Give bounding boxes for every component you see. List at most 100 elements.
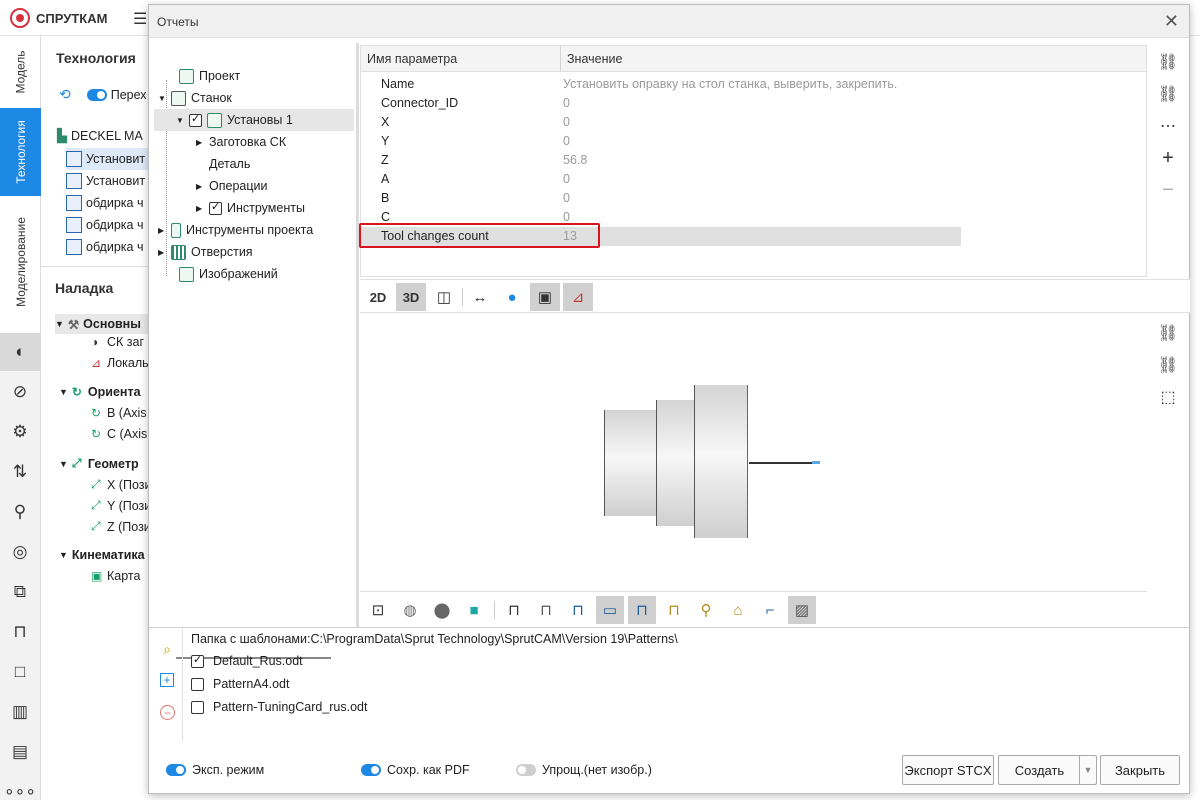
- add-icon[interactable]: +: [160, 673, 174, 687]
- folder-tool-icon[interactable]: ⌂: [724, 596, 752, 624]
- setups-checkbox[interactable]: [189, 112, 202, 127]
- tree-item-machine[interactable]: ▼ Станок: [158, 87, 232, 109]
- screenshot-icon[interactable]: ⬚: [1157, 386, 1179, 408]
- stock-icon[interactable]: ▭: [596, 596, 624, 624]
- sphere-icon[interactable]: ◍: [396, 596, 424, 624]
- setup-item[interactable]: ◑ СК заг: [91, 335, 144, 349]
- menu-icon[interactable]: ☰: [133, 9, 147, 29]
- group-orient[interactable]: ▼ ↻ Ориента: [59, 385, 141, 399]
- op-item[interactable]: Установит: [66, 170, 145, 192]
- group-kinematics[interactable]: ▼ Кинематика: [59, 548, 145, 562]
- op-item[interactable]: обдирка ч: [66, 236, 143, 258]
- op-item[interactable]: обдирка ч: [66, 192, 143, 214]
- tab-model[interactable]: Модель: [0, 36, 41, 108]
- simplified-toggle[interactable]: Упрощ.(нет изобр.): [516, 763, 652, 777]
- tab-modeling[interactable]: Моделирование: [0, 199, 41, 325]
- holder-icon[interactable]: ⊓: [9, 621, 31, 643]
- pattern-item[interactable]: Default_Rus.odt: [191, 653, 303, 668]
- op-item[interactable]: Установит: [66, 148, 151, 170]
- tree-item-part[interactable]: Деталь: [196, 153, 250, 175]
- spindle-icon[interactable]: ◎: [9, 541, 31, 563]
- parts-icon[interactable]: ⧉: [9, 581, 31, 603]
- chuck-icon[interactable]: ⊓: [660, 596, 688, 624]
- tree-item-holes[interactable]: ▶ Отверстия: [158, 241, 253, 263]
- table-row[interactable]: Connector_ID 0: [361, 94, 961, 113]
- table-row[interactable]: X0: [361, 113, 961, 132]
- save-pdf-toggle[interactable]: Сохр. как PDF: [361, 763, 470, 777]
- tools-checkbox[interactable]: [209, 200, 222, 215]
- tool-icon[interactable]: ⚲: [9, 501, 31, 523]
- more-icon[interactable]: ∘∘∘: [4, 781, 36, 800]
- tool-icon[interactable]: ⚲: [692, 596, 720, 624]
- chevron-right-icon[interactable]: ▶: [196, 182, 204, 191]
- setup-item[interactable]: ⤢ Z (Пози: [91, 519, 151, 534]
- close-button[interactable]: Закрыть: [1100, 755, 1180, 785]
- tree-item-operations[interactable]: ▶ Операции: [196, 175, 267, 197]
- chevron-right-icon[interactable]: ▶: [196, 138, 204, 147]
- cube-icon[interactable]: ■: [460, 596, 488, 624]
- save-pdf-switch[interactable]: [361, 764, 381, 776]
- splitter[interactable]: [356, 43, 359, 627]
- chevron-down-icon[interactable]: ▼: [158, 94, 166, 103]
- setup-item[interactable]: ⤢ Y (Пози: [91, 498, 151, 513]
- group-geometry[interactable]: ▼ ⤢ Геометр: [59, 456, 139, 471]
- library-icon[interactable]: ▥: [9, 701, 31, 723]
- setup-item[interactable]: ⤢ X (Пози: [91, 477, 151, 492]
- simplified-switch[interactable]: [516, 764, 536, 776]
- tree-item-project-tools[interactable]: ▶ Инструменты проекта: [158, 219, 313, 241]
- setup-item[interactable]: ↻ C (Axis: [91, 427, 147, 441]
- camera-view-icon[interactable]: ◫: [430, 283, 458, 311]
- folder-search-icon[interactable]: ⌕: [158, 640, 176, 658]
- part-icon[interactable]: ⊓: [628, 596, 656, 624]
- workpiece-icon[interactable]: ⊓: [564, 596, 592, 624]
- tab-technology[interactable]: Технология: [0, 108, 41, 196]
- axes-icon[interactable]: ⊿: [563, 283, 593, 311]
- tree-item-setups[interactable]: ▼ Установы 1: [154, 109, 354, 131]
- setup-item[interactable]: ▣ Карта: [91, 569, 140, 583]
- chevron-down-icon[interactable]: ▼: [176, 116, 184, 125]
- table-row[interactable]: A0: [361, 170, 961, 189]
- layout-icon[interactable]: ▤: [9, 741, 31, 763]
- link-icon[interactable]: ⛓: [1157, 322, 1179, 344]
- exp-mode-toggle[interactable]: Эксп. режим: [166, 763, 264, 777]
- panel-toggle-row[interactable]: ⟲ Перех: [59, 86, 147, 103]
- pattern-checkbox[interactable]: [191, 653, 204, 668]
- chevron-right-icon[interactable]: ▶: [158, 248, 166, 257]
- transform-icon[interactable]: ⇅: [9, 461, 31, 483]
- gear-icon[interactable]: ⚙: [9, 421, 31, 443]
- setup-item[interactable]: ⊿ Локаль: [91, 356, 149, 370]
- col-divider[interactable]: [560, 46, 561, 72]
- table-row[interactable]: Y0: [361, 132, 961, 151]
- create-dropdown-chevron-icon[interactable]: ▼: [1079, 755, 1097, 785]
- table-row[interactable]: Name Установить оправку на стол станка, в…: [361, 75, 961, 94]
- fit-view-icon[interactable]: ⊡: [364, 596, 392, 624]
- chevron-right-icon[interactable]: ▶: [196, 204, 204, 213]
- compass-icon[interactable]: ⊘: [9, 381, 31, 403]
- link-edit-icon[interactable]: ⛓: [1157, 83, 1179, 105]
- holder-icon[interactable]: ⊓: [500, 596, 528, 624]
- table-row[interactable]: Z 56.8: [361, 151, 961, 170]
- plus-icon[interactable]: +: [1157, 147, 1179, 169]
- viewport-3d[interactable]: [360, 314, 1147, 590]
- box-icon[interactable]: ▣: [530, 283, 560, 311]
- chevron-right-icon[interactable]: ▶: [158, 226, 166, 235]
- hatch-icon[interactable]: ▨: [788, 596, 816, 624]
- link-icon[interactable]: ⛓: [1157, 51, 1179, 73]
- export-stcx-button[interactable]: Экспорт STCX: [902, 755, 994, 785]
- close-icon[interactable]: ✕: [1164, 11, 1179, 32]
- op-item[interactable]: обдирка ч: [66, 214, 143, 236]
- remove-icon[interactable]: −: [160, 705, 175, 720]
- measure-icon[interactable]: ↔: [466, 283, 494, 311]
- machine-row[interactable]: ▙ DECKEL MA: [57, 128, 143, 144]
- panel-toggle-switch[interactable]: [86, 88, 107, 101]
- ellipsis-icon[interactable]: ⋯: [1157, 115, 1179, 137]
- fixture-icon[interactable]: ⊓: [532, 596, 560, 624]
- exp-mode-switch[interactable]: [166, 764, 186, 776]
- group-main[interactable]: ▼ ⚒ Основны: [55, 314, 151, 334]
- link-edit-icon[interactable]: ⛓: [1157, 354, 1179, 376]
- view-2d-button[interactable]: 2D: [364, 283, 392, 311]
- solids-icon[interactable]: ⬤: [428, 596, 456, 624]
- tree-item-tools[interactable]: ▶ Инструменты: [196, 197, 305, 219]
- pattern-item[interactable]: PatternA4.odt: [191, 677, 289, 691]
- pattern-checkbox[interactable]: [191, 700, 204, 714]
